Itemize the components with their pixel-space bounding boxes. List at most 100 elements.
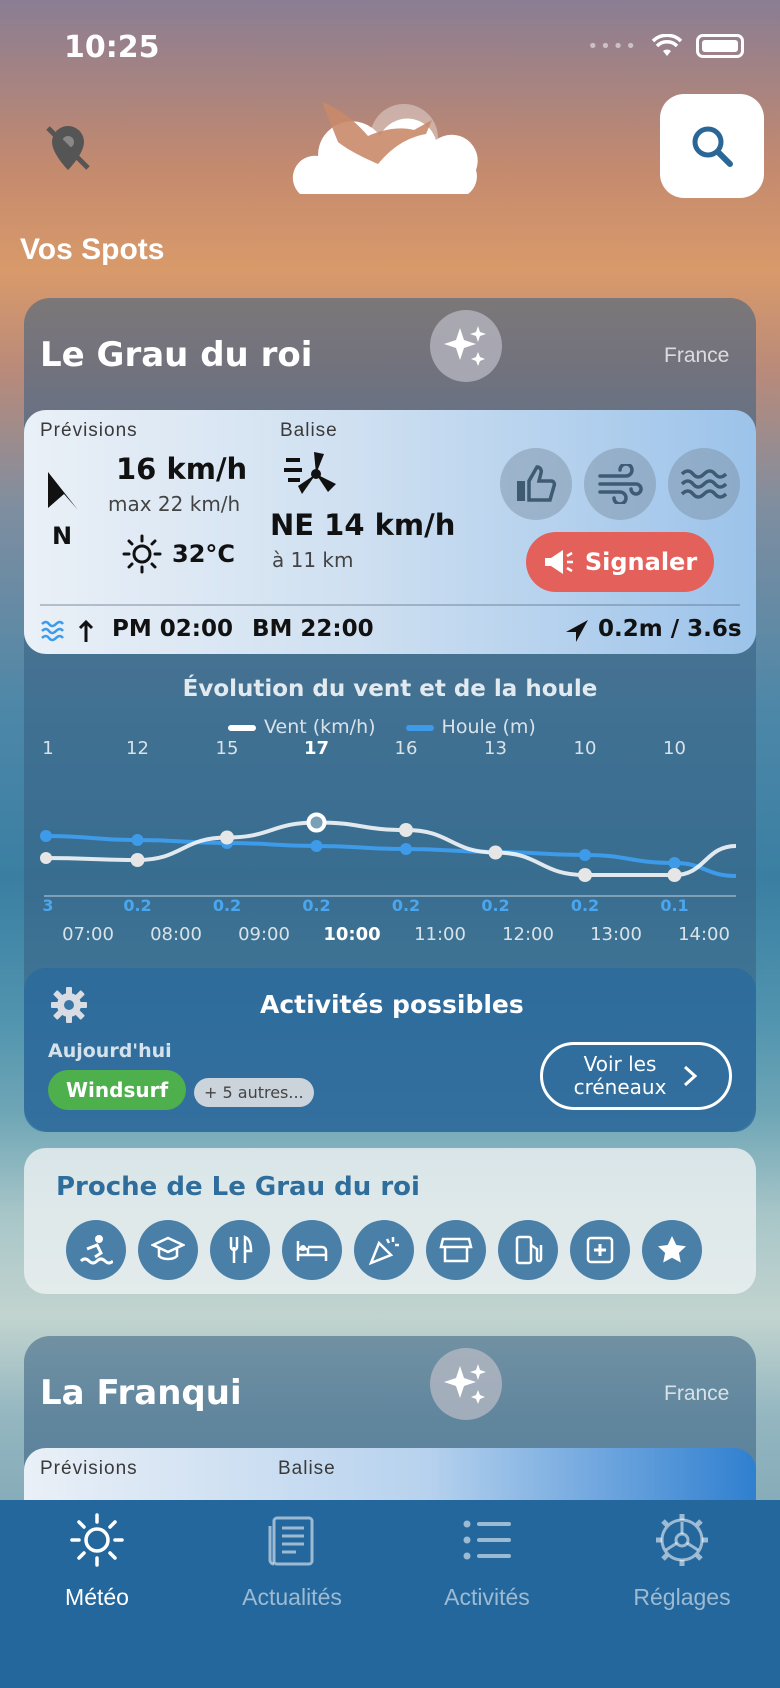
party-icon[interactable] bbox=[354, 1220, 414, 1280]
chart-legend: Vent (km/h) Houle (m) bbox=[228, 716, 536, 738]
wind-tick-label: 13 bbox=[484, 738, 507, 759]
hotel-icon[interactable] bbox=[282, 1220, 342, 1280]
wifi-icon bbox=[652, 34, 682, 56]
wind-point bbox=[667, 868, 682, 882]
waves-icon bbox=[680, 469, 728, 499]
report-button[interactable]: Signaler bbox=[526, 532, 714, 592]
swell-point bbox=[668, 857, 681, 869]
wind-tick-label: 12 bbox=[126, 738, 149, 759]
swell-point bbox=[400, 843, 412, 855]
thumbs-up-icon bbox=[517, 465, 557, 502]
report-label: Signaler bbox=[584, 548, 698, 576]
fuel-icon[interactable] bbox=[498, 1220, 558, 1280]
wind-direction: N bbox=[52, 522, 73, 550]
wind-max: max 22 km/h bbox=[108, 492, 241, 516]
chevron-right-icon bbox=[684, 1065, 698, 1087]
nearby-title: Proche de Le Grau du roi bbox=[56, 1172, 420, 1202]
swell-series-line bbox=[45, 834, 737, 878]
graduation-icon[interactable] bbox=[138, 1220, 198, 1280]
ai-summary-button[interactable] bbox=[430, 310, 502, 382]
sparkles-icon bbox=[444, 326, 486, 366]
spot-name: La Franqui bbox=[40, 1373, 242, 1413]
wind-tick-label: 10 bbox=[573, 738, 597, 759]
legend-wind-label: Vent (km/h) bbox=[264, 716, 376, 738]
buoy-distance: à 11 km bbox=[272, 548, 354, 572]
list-icon bbox=[463, 1520, 511, 1560]
spot-country: France bbox=[664, 1382, 730, 1405]
wind-turbine-icon bbox=[284, 452, 336, 494]
search-button[interactable] bbox=[660, 94, 764, 198]
like-button[interactable] bbox=[500, 448, 572, 520]
activity-chip[interactable]: Windsurf bbox=[48, 1070, 187, 1110]
sun-icon bbox=[70, 1513, 124, 1567]
wind-tick-label: 15 bbox=[215, 738, 239, 759]
tide-icon bbox=[41, 619, 94, 642]
nearby-icons bbox=[66, 1220, 702, 1280]
wind-point bbox=[220, 830, 234, 845]
legend-wind: Vent (km/h) bbox=[228, 716, 376, 738]
spot-name: Le Grau du roi bbox=[40, 335, 313, 375]
tab-label: Météo bbox=[65, 1584, 129, 1610]
tab-activites[interactable]: Activités bbox=[392, 1512, 582, 1611]
buoy-wind: NE 14 km/h bbox=[270, 508, 456, 542]
wind-point bbox=[306, 812, 327, 833]
swell-direction-icon bbox=[566, 620, 588, 642]
tab-reglages[interactable]: Réglages bbox=[587, 1512, 777, 1611]
tab-meteo[interactable]: Météo bbox=[2, 1512, 192, 1611]
location-off-icon[interactable] bbox=[40, 120, 96, 176]
surf-school-icon[interactable] bbox=[66, 1220, 126, 1280]
wind-tick-label: 1 bbox=[42, 738, 54, 759]
status-time: 10:25 bbox=[64, 30, 160, 65]
megaphone-icon bbox=[544, 550, 573, 574]
wind-point bbox=[130, 853, 145, 867]
buoy-label: Balise bbox=[278, 1458, 336, 1479]
today-label: Aujourd'hui bbox=[48, 1040, 172, 1062]
wind-point bbox=[399, 823, 413, 837]
spot-country: France bbox=[664, 344, 730, 367]
search-icon bbox=[692, 126, 733, 167]
restaurant-icon[interactable] bbox=[210, 1220, 270, 1280]
ai-summary-button[interactable] bbox=[430, 1348, 502, 1420]
view-slots-line2: créneaux bbox=[573, 1075, 667, 1099]
wind-direction-icon bbox=[48, 472, 78, 510]
sparkles-icon bbox=[444, 1364, 486, 1404]
waves-button[interactable] bbox=[668, 448, 740, 520]
forecast-label: Prévisions bbox=[40, 420, 138, 441]
view-slots-label: Voir les créneaux bbox=[574, 1053, 667, 1099]
edge-point bbox=[40, 830, 52, 842]
edge-point bbox=[40, 852, 52, 864]
newspaper-icon bbox=[268, 1516, 314, 1566]
section-title: Vos Spots bbox=[20, 233, 165, 266]
tab-label: Actualités bbox=[242, 1584, 342, 1610]
view-slots-line1: Voir les bbox=[583, 1052, 657, 1076]
high-tide: PM 02:00 bbox=[112, 616, 233, 642]
shop-icon[interactable] bbox=[426, 1220, 486, 1280]
tab-label: Activités bbox=[444, 1584, 530, 1610]
legend-swell: Houle (m) bbox=[405, 716, 536, 738]
medical-icon[interactable] bbox=[570, 1220, 630, 1280]
view-slots-button[interactable]: Voir les créneaux bbox=[540, 1042, 732, 1110]
app-logo bbox=[292, 102, 478, 194]
wind-point bbox=[488, 845, 503, 860]
swell-point bbox=[310, 840, 323, 852]
sun-icon bbox=[122, 534, 162, 574]
wind-tick-label: 10 bbox=[663, 738, 686, 759]
forecast-label: Prévisions bbox=[40, 1458, 138, 1479]
wind-tick-label: 16 bbox=[394, 738, 418, 759]
wind-button[interactable] bbox=[584, 448, 656, 520]
settings-gear-icon[interactable] bbox=[50, 986, 88, 1024]
battery-icon bbox=[696, 34, 744, 58]
buoy-label: Balise bbox=[280, 420, 338, 441]
swell-point bbox=[579, 849, 591, 861]
temperature: 32°C bbox=[172, 540, 236, 568]
settings-icon bbox=[656, 1514, 708, 1566]
chart-title: Évolution du vent et de la houle bbox=[182, 676, 598, 702]
wind-point bbox=[578, 868, 592, 882]
swell-point bbox=[131, 834, 144, 846]
wind-tick-label: 17 bbox=[303, 738, 330, 759]
more-activities-chip[interactable]: + 5 autres... bbox=[194, 1078, 314, 1107]
tab-actualites[interactable]: Actualités bbox=[197, 1512, 387, 1611]
activities-title: Activités possibles bbox=[260, 990, 524, 1019]
star-icon[interactable] bbox=[642, 1220, 702, 1280]
tab-label: Réglages bbox=[633, 1584, 731, 1610]
